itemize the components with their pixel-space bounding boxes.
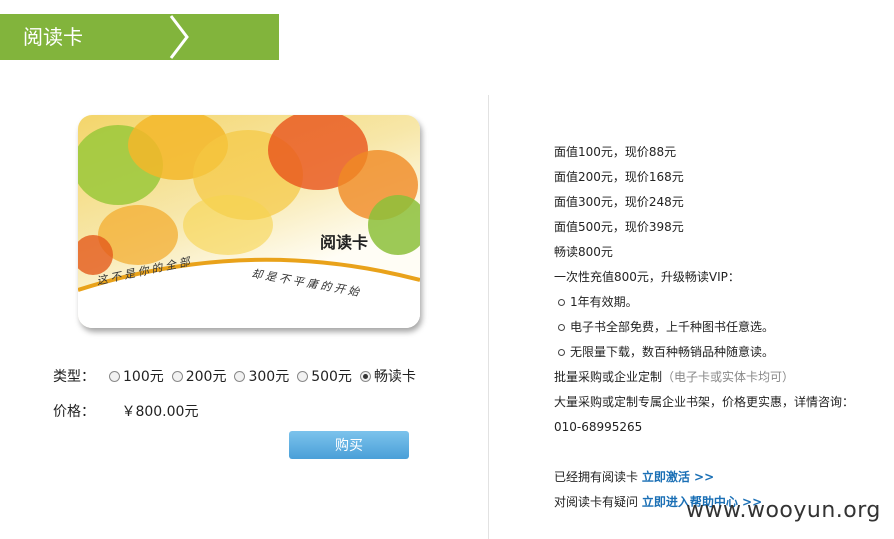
type-label: 类型：: [53, 369, 95, 385]
card-type-selector: 类型： 100元 200元 300元 500元 畅读卡: [53, 366, 424, 386]
bullet-icon: [558, 299, 565, 306]
phone-number: 010-68995265: [554, 420, 643, 434]
benefit-item: 1年有效期。: [554, 290, 854, 315]
radio-100[interactable]: [109, 370, 120, 382]
vip-upgrade-line: 一次性充值800元，升级畅读VIP：: [554, 270, 740, 284]
column-divider: [488, 95, 489, 539]
option-300[interactable]: 300元: [234, 366, 289, 386]
price-line: 面值100元，现价88元: [554, 145, 677, 159]
chevron-right-icon: [169, 15, 189, 59]
activate-line: 已经拥有阅读卡 立即激活 >>: [554, 465, 854, 490]
radio-unlimited[interactable]: [359, 370, 371, 382]
card-name: 阅读卡: [320, 233, 369, 252]
price-line: 畅读800元: [554, 245, 613, 259]
bulk-text: 批量采购或企业定制: [554, 370, 663, 384]
bullet-icon: [558, 324, 565, 331]
reading-card-image: 阅读卡 这不是你的全部 却是不平庸的开始: [78, 115, 420, 328]
activate-link[interactable]: 立即激活 >>: [642, 470, 714, 484]
option-label: 畅读卡: [373, 369, 416, 385]
price-value: ￥800.00元: [121, 404, 199, 420]
option-unlimited[interactable]: 畅读卡: [359, 366, 416, 386]
radio-200[interactable]: [171, 370, 183, 382]
price-row: 价格： ￥800.00元: [53, 401, 198, 421]
option-500[interactable]: 500元: [297, 366, 352, 386]
option-label: 300元: [248, 369, 290, 385]
bulk-note: （电子卡或实体卡均可）: [662, 370, 795, 384]
page-title: 阅读卡: [23, 25, 83, 49]
price-label: 价格：: [53, 404, 95, 420]
price-line: 面值500元，现价398元: [554, 220, 684, 234]
bulk-purchase-line: 批量采购或企业定制（电子卡或实体卡均可）: [554, 365, 854, 390]
benefit-text: 1年有效期。: [570, 295, 638, 309]
option-label: 500元: [311, 369, 352, 385]
option-label: 200元: [185, 369, 227, 385]
custom-line: 大量采购或定制专属企业书架，价格更实惠，详情咨询：: [554, 395, 855, 409]
have-card-text: 已经拥有阅读卡: [554, 470, 639, 484]
watermark: www.wooyun.org: [686, 498, 881, 523]
option-100[interactable]: 100元: [109, 366, 164, 386]
benefit-text: 无限量下载，数百种畅销品种随意读。: [570, 345, 775, 359]
option-label: 100元: [123, 369, 164, 385]
price-line: 面值300元，现价248元: [554, 195, 684, 209]
card-info-panel: 面值100元，现价88元 面值200元，现价168元 面值300元，现价248元…: [554, 140, 854, 515]
page-header: 阅读卡: [0, 14, 279, 60]
buy-button[interactable]: 购买: [289, 431, 409, 459]
benefit-text: 电子书全部免费，上千种图书任意选。: [570, 320, 775, 334]
radio-500[interactable]: [297, 370, 309, 382]
price-line: 面值200元，现价168元: [554, 170, 684, 184]
question-text: 对阅读卡有疑问: [554, 495, 639, 509]
autumn-leaves-illustration: [78, 115, 420, 328]
benefit-item: 电子书全部免费，上千种图书任意选。: [554, 315, 854, 340]
radio-300[interactable]: [234, 370, 246, 382]
option-200[interactable]: 200元: [171, 366, 227, 386]
bullet-icon: [558, 349, 565, 356]
benefit-item: 无限量下载，数百种畅销品种随意读。: [554, 340, 854, 365]
